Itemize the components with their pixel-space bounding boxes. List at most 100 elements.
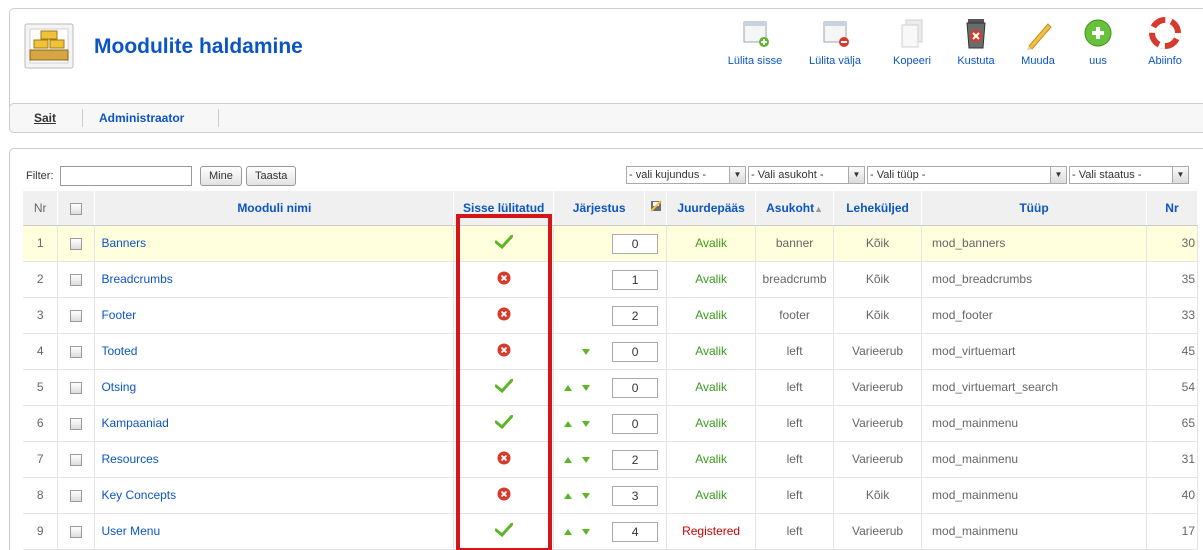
copy-button[interactable]: Kopeeri bbox=[882, 16, 942, 67]
order-input[interactable]: 4 bbox=[612, 521, 659, 542]
enabled-check-icon[interactable] bbox=[494, 414, 514, 429]
row-checkbox[interactable] bbox=[70, 345, 83, 358]
order-input[interactable]: 2 bbox=[612, 305, 659, 326]
disabled-x-icon[interactable] bbox=[497, 271, 511, 285]
submenu-item-administrator[interactable]: Administraator bbox=[99, 111, 184, 125]
submenu-item-site[interactable]: Sait bbox=[34, 111, 56, 125]
access-link[interactable]: Avalik bbox=[695, 308, 727, 322]
position-select[interactable]: - Vali asukoht - ▼ bbox=[748, 166, 865, 184]
order-input[interactable]: 0 bbox=[612, 377, 659, 398]
access-link[interactable]: Registered bbox=[682, 524, 740, 538]
row-checkbox[interactable] bbox=[70, 237, 83, 250]
access-link[interactable]: Avalik bbox=[695, 380, 727, 394]
row-checkbox[interactable] bbox=[70, 489, 83, 502]
table-row[interactable]: 9 User Menu 4 Registered left Varieerub mod_ma… bbox=[23, 513, 1199, 550]
module-name-link[interactable]: Breadcrumbs bbox=[101, 272, 172, 286]
move-up-icon[interactable] bbox=[564, 384, 573, 391]
publish-button[interactable]: Lülita sisse bbox=[720, 16, 790, 67]
col-header-type[interactable]: Tüüp bbox=[921, 191, 1147, 226]
col-header-id[interactable]: Nr bbox=[1146, 191, 1199, 226]
status-select[interactable]: - Vali staatus - ▼ bbox=[1069, 166, 1189, 184]
move-down-icon[interactable] bbox=[582, 384, 591, 391]
table-row[interactable]: 1 Banners 0 Avalik banner Kõik mod_banners 30 bbox=[23, 225, 1199, 262]
row-checkbox[interactable] bbox=[70, 273, 83, 286]
module-name-link[interactable]: Footer bbox=[101, 308, 136, 322]
access-link[interactable]: Avalik bbox=[695, 488, 727, 502]
table-row[interactable]: 5 Otsing 0 Avalik left Varieerub mod_virtuemar… bbox=[23, 369, 1199, 406]
order-input[interactable]: 0 bbox=[612, 341, 659, 362]
move-down-icon[interactable] bbox=[582, 420, 591, 427]
move-up-icon[interactable] bbox=[564, 456, 573, 463]
col-header-access[interactable]: Juurdepääs bbox=[666, 191, 757, 226]
row-checkbox[interactable] bbox=[70, 381, 83, 394]
table-row[interactable]: 4 Tooted 0 Avalik left Varieerub mod_virtuemar… bbox=[23, 333, 1199, 370]
help-button[interactable]: Abiinfo bbox=[1140, 16, 1190, 67]
row-checkbox[interactable] bbox=[70, 453, 83, 466]
col-header-order[interactable]: Järjestus bbox=[553, 191, 646, 226]
template-select[interactable]: - vali kujundus - ▼ bbox=[626, 166, 746, 184]
access-link[interactable]: Avalik bbox=[695, 452, 727, 466]
order-input[interactable]: 2 bbox=[612, 449, 659, 470]
order-input[interactable]: 1 bbox=[612, 269, 659, 290]
module-name-link[interactable]: Key Concepts bbox=[101, 488, 176, 502]
col-header-enabled[interactable]: Sisse lülitatud bbox=[453, 191, 555, 226]
select-all-checkbox[interactable] bbox=[70, 202, 83, 215]
module-name-link[interactable]: Tooted bbox=[101, 344, 137, 358]
module-name-link[interactable]: Banners bbox=[101, 236, 146, 250]
table-row[interactable]: 7 Resources 2 Avalik left Varieerub mod_mainme… bbox=[23, 441, 1199, 478]
enabled-cell bbox=[453, 405, 555, 442]
disabled-x-icon[interactable] bbox=[497, 451, 511, 465]
row-number: 3 bbox=[23, 297, 59, 334]
move-down-icon[interactable] bbox=[582, 348, 591, 355]
enabled-check-icon[interactable] bbox=[494, 522, 514, 537]
module-name-link[interactable]: Resources bbox=[101, 452, 158, 466]
order-cell: 0 bbox=[553, 333, 668, 370]
move-down-icon[interactable] bbox=[582, 456, 591, 463]
order-input[interactable]: 0 bbox=[612, 233, 659, 254]
order-input[interactable]: 0 bbox=[612, 413, 659, 434]
table-row[interactable]: 2 Breadcrumbs 1 Avalik breadcrumb Kõik mod_bre… bbox=[23, 261, 1199, 298]
module-name-link[interactable]: Kampaaniad bbox=[101, 416, 168, 430]
type-cell: mod_mainmenu bbox=[921, 477, 1147, 514]
row-checkbox[interactable] bbox=[70, 309, 83, 322]
type-select[interactable]: - Vali tüüp - ▼ bbox=[867, 166, 1067, 184]
move-down-icon[interactable] bbox=[582, 528, 591, 535]
move-up-icon[interactable] bbox=[564, 528, 573, 535]
table-row[interactable]: 6 Kampaaniad 0 Avalik left Varieerub mod_mainm… bbox=[23, 405, 1199, 442]
order-input[interactable]: 3 bbox=[612, 485, 659, 506]
new-button[interactable]: uus bbox=[1076, 16, 1120, 67]
disabled-x-icon[interactable] bbox=[497, 307, 511, 321]
col-header-position[interactable]: Asukoht▲ bbox=[755, 191, 835, 226]
move-up-icon[interactable] bbox=[564, 420, 573, 427]
access-link[interactable]: Avalik bbox=[695, 272, 727, 286]
order-arrows bbox=[564, 309, 604, 323]
enabled-check-icon[interactable] bbox=[494, 378, 514, 393]
module-name-cell: Resources bbox=[94, 441, 455, 478]
row-checkbox[interactable] bbox=[70, 525, 83, 538]
unpublish-button[interactable]: Lülita välja bbox=[800, 16, 870, 67]
module-name-link[interactable]: User Menu bbox=[101, 524, 160, 538]
enabled-check-icon[interactable] bbox=[494, 234, 514, 249]
access-link[interactable]: Avalik bbox=[695, 236, 727, 250]
access-link[interactable]: Avalik bbox=[695, 416, 727, 430]
go-button[interactable]: Mine bbox=[200, 166, 242, 186]
position-cell: left bbox=[755, 405, 835, 442]
disabled-x-icon[interactable] bbox=[497, 343, 511, 357]
reset-button[interactable]: Taasta bbox=[246, 166, 297, 186]
module-name-link[interactable]: Otsing bbox=[101, 380, 136, 394]
col-header-name[interactable]: Mooduli nimi bbox=[94, 191, 455, 226]
edit-button[interactable]: Muuda bbox=[1010, 16, 1066, 67]
disabled-x-icon[interactable] bbox=[497, 487, 511, 501]
filter-input[interactable] bbox=[60, 166, 192, 186]
access-link[interactable]: Avalik bbox=[695, 344, 727, 358]
delete-button[interactable]: Kustuta bbox=[948, 16, 1004, 67]
move-down-icon[interactable] bbox=[582, 492, 591, 499]
table-row[interactable]: 8 Key Concepts 3 Avalik left Kõik mod_mainmenu… bbox=[23, 477, 1199, 514]
table-row[interactable]: 3 Footer 2 Avalik footer Kõik mod_footer 33 bbox=[23, 297, 1199, 334]
row-checkbox[interactable] bbox=[70, 417, 83, 430]
order-arrows bbox=[564, 381, 604, 395]
access-cell: Avalik bbox=[666, 297, 757, 334]
col-header-pages[interactable]: Leheküljed bbox=[833, 191, 923, 226]
save-order-icon[interactable] bbox=[649, 199, 663, 213]
move-up-icon[interactable] bbox=[564, 492, 573, 499]
